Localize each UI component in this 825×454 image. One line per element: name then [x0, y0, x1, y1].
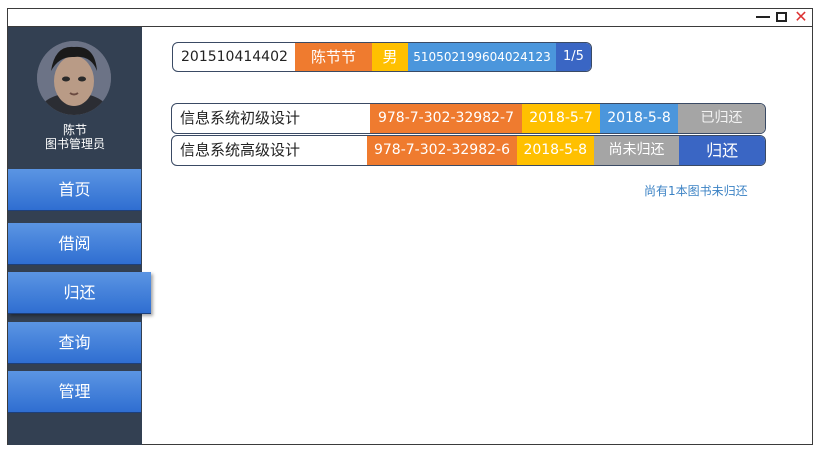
- reader-name: 陈节节: [295, 43, 372, 71]
- avatar: [37, 41, 111, 115]
- borrow-count: 1/5: [556, 43, 591, 71]
- book-isbn: 978-7-302-32982-6: [367, 136, 517, 165]
- return-button[interactable]: 归还: [679, 136, 765, 165]
- return-date: 2018-5-8: [600, 104, 678, 133]
- nav-item-return[interactable]: 归还: [8, 272, 151, 314]
- maximize-icon[interactable]: [773, 9, 791, 26]
- reader-gender: 男: [372, 43, 408, 71]
- book-row: 信息系统初级设计 978-7-302-32982-7 2018-5-7 2018…: [171, 103, 766, 134]
- book-title: 信息系统高级设计: [180, 141, 301, 159]
- nav-item-borrow[interactable]: 借阅: [8, 223, 141, 265]
- borrow-date: 2018-5-7: [522, 104, 600, 133]
- return-date: 尚未归还: [593, 136, 680, 165]
- borrow-date: 2018-5-8: [516, 136, 594, 165]
- nav-item-home[interactable]: 首页: [8, 169, 141, 211]
- nav-item-manage[interactable]: 管理: [8, 371, 141, 413]
- app-window: ✕ 陈节 图书管理员 首页 借阅 归还 查询 管理 201510414402 陈…: [7, 8, 813, 445]
- id-number: 510502199604024123: [408, 43, 556, 71]
- sidebar: 陈节 图书管理员 首页 借阅 归还 查询 管理: [8, 27, 151, 445]
- status-badge: 已归还: [678, 104, 765, 133]
- title-bar: ✕: [8, 9, 812, 27]
- book-isbn: 978-7-302-32982-7: [370, 104, 522, 133]
- close-icon[interactable]: ✕: [792, 9, 810, 26]
- book-title: 信息系统初级设计: [180, 109, 301, 127]
- minimize-icon[interactable]: [754, 9, 772, 26]
- unreturned-note: 尚有1本图书未归还: [644, 184, 748, 198]
- user-name: 陈节: [62, 123, 87, 137]
- student-id: 201510414402: [181, 49, 288, 65]
- reader-info-bar: 201510414402 陈节节 男 510502199604024123 1/…: [172, 42, 592, 72]
- book-row: 信息系统高级设计 978-7-302-32982-6 2018-5-8 尚未归还…: [171, 135, 766, 166]
- nav-item-search[interactable]: 查询: [8, 322, 141, 364]
- user-role: 图书管理员: [44, 137, 105, 151]
